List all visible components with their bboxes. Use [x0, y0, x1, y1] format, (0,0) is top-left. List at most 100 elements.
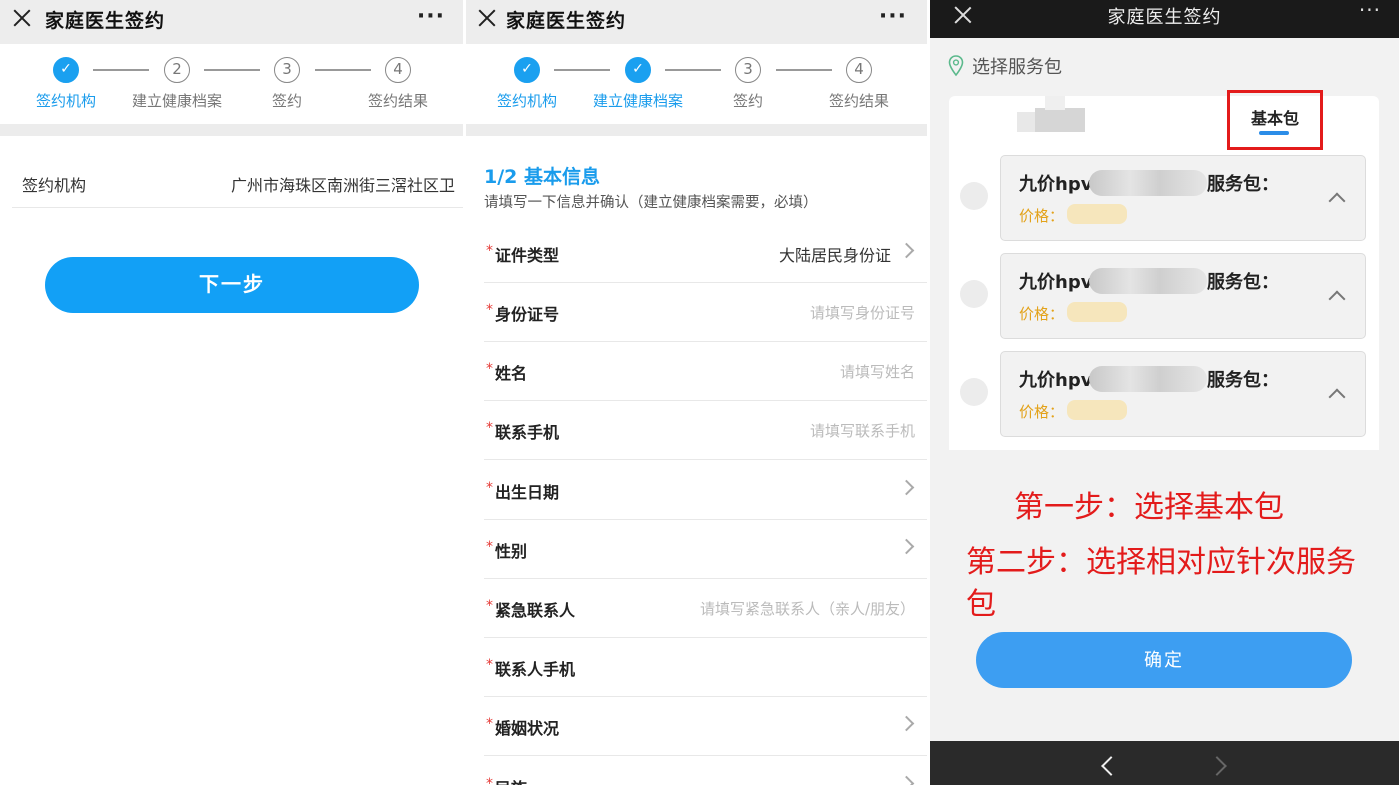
panel-health-record: 家庭医生签约 ··· ✓ 签约机构 ✓ 建立健康档案 3 签约 4 签约结果 1…: [465, 0, 927, 785]
form-subtitle: 请填写一下信息并确认（建立健康档案需要，必填）: [484, 195, 818, 211]
field-placeholder[interactable]: 请填写联系手机: [810, 420, 915, 441]
next-button[interactable]: 下一步: [45, 257, 419, 313]
step-3: 3 签约: [688, 57, 808, 111]
package-item-3[interactable]: 九价hpv 服务包： 价格：: [1000, 351, 1366, 437]
section-title: 选择服务包: [972, 57, 1062, 78]
more-icon[interactable]: ···: [417, 4, 445, 29]
required-mark: *: [486, 420, 493, 436]
field-gender[interactable]: * 性别: [484, 520, 927, 579]
field-phone[interactable]: * 联系手机 请填写联系手机: [484, 401, 927, 460]
required-mark: *: [486, 243, 493, 259]
field-id-number[interactable]: * 身份证号 请填写身份证号: [484, 283, 927, 342]
step-3: 3 签约: [227, 57, 347, 111]
chevron-up-icon[interactable]: [1329, 190, 1345, 204]
field-birth-date[interactable]: * 出生日期: [484, 461, 927, 520]
page-title: 家庭医生签约: [506, 10, 627, 32]
stepper: ✓ 签约机构 ✓ 建立健康档案 3 签约 4 签约结果: [465, 44, 927, 124]
step-label: 签约结果: [367, 92, 428, 110]
field-label: 性别: [495, 542, 528, 561]
step-label: 签约: [732, 92, 763, 110]
field-contact-phone[interactable]: * 联系人手机: [484, 638, 927, 697]
close-icon[interactable]: [12, 8, 32, 28]
field-label: 民族: [495, 775, 527, 785]
step-2: 2 建立健康档案: [117, 57, 237, 111]
panel-separator: [927, 0, 930, 785]
step-number: 2: [164, 57, 190, 83]
redacted-text: [1089, 366, 1207, 392]
org-row[interactable]: 签约机构 广州市海珠区南洲街三滘社区卫: [12, 156, 465, 208]
field-label: 联系人手机: [495, 660, 576, 679]
field-placeholder[interactable]: 请填写紧急联系人（亲人/朋友）: [700, 598, 915, 619]
field-marital-status[interactable]: * 婚姻状况: [484, 697, 927, 756]
package-name: 九价hpv: [1019, 272, 1093, 293]
step-number: 3: [274, 57, 300, 83]
chevron-right-icon: [901, 478, 915, 498]
check-icon: ✓: [514, 57, 540, 83]
title-bar: 家庭医生签约 ···: [0, 0, 465, 44]
step-label: 签约机构: [496, 92, 557, 110]
package-radio-3[interactable]: [960, 378, 988, 406]
field-name[interactable]: * 姓名 请填写姓名: [484, 342, 927, 401]
stepper: ✓ 签约机构 2 建立健康档案 3 签约 4 签约结果: [0, 44, 465, 124]
page-title: 家庭医生签约: [1107, 7, 1222, 28]
package-name: 九价hpv: [1019, 174, 1093, 195]
section-divider: [465, 124, 927, 136]
confirm-button[interactable]: 确定: [976, 632, 1352, 688]
step-label: 签约机构: [35, 92, 96, 110]
field-label: 紧急联系人: [495, 601, 576, 620]
redacted-price: [1067, 400, 1127, 420]
step-label: 建立健康档案: [131, 92, 222, 110]
title-bar: 家庭医生签约 ···: [465, 0, 927, 44]
package-radio-1[interactable]: [960, 182, 988, 210]
tab-basic-package[interactable]: 基本包: [1227, 90, 1323, 150]
annotation-step-2: 第二步：选择相对应针次服务包: [966, 545, 1356, 622]
forward-arrow-icon[interactable]: [1210, 755, 1230, 775]
step-1: ✓ 签约机构: [467, 57, 587, 111]
field-placeholder[interactable]: 请填写姓名: [840, 361, 915, 382]
browser-nav-bar: [930, 741, 1399, 785]
package-name-suffix: 服务包：: [1207, 174, 1279, 195]
package-name-suffix: 服务包：: [1207, 272, 1279, 293]
field-id-type[interactable]: * 证件类型 大陆居民身份证: [484, 224, 927, 283]
location-pin-icon: [948, 55, 964, 77]
step-2: ✓ 建立健康档案: [578, 57, 698, 111]
field-ethnicity[interactable]: * 民族: [484, 757, 927, 785]
page-title: 家庭医生签约: [45, 10, 166, 32]
close-icon[interactable]: [477, 8, 497, 28]
field-label: 身份证号: [495, 305, 560, 324]
more-icon[interactable]: ···: [1359, 0, 1381, 22]
step-label: 签约结果: [828, 92, 889, 110]
chevron-up-icon[interactable]: [1329, 386, 1345, 400]
package-item-1[interactable]: 九价hpv 服务包： 价格：: [1000, 155, 1366, 241]
field-label: 出生日期: [495, 483, 560, 502]
field-label: 证件类型: [495, 246, 560, 265]
more-icon[interactable]: ···: [879, 4, 907, 29]
step-4: 4 签约结果: [799, 57, 919, 111]
package-price-label: 价格：: [1019, 305, 1065, 323]
panel-service-package: 家庭医生签约 ··· 选择服务包 基本包 九价hpv 服务包： 价格： 九价hp…: [930, 0, 1399, 785]
step-number: 4: [385, 57, 411, 83]
tab-blurred[interactable]: [1017, 96, 1089, 132]
chevron-up-icon[interactable]: [1329, 288, 1345, 302]
field-placeholder[interactable]: 请填写身份证号: [810, 302, 915, 323]
chevron-right-icon: [901, 714, 915, 734]
package-item-2[interactable]: 九价hpv 服务包： 价格：: [1000, 253, 1366, 339]
chevron-right-icon: [901, 774, 915, 785]
package-radio-2[interactable]: [960, 280, 988, 308]
field-emergency-contact[interactable]: * 紧急联系人 请填写紧急联系人（亲人/朋友）: [484, 579, 927, 638]
tab-underline: [1259, 131, 1289, 135]
back-arrow-icon[interactable]: [1098, 755, 1118, 775]
required-mark: *: [486, 598, 493, 614]
required-mark: *: [486, 302, 493, 318]
org-label: 签约机构: [22, 176, 87, 195]
step-number: 3: [735, 57, 761, 83]
required-mark: *: [486, 716, 493, 732]
field-label: 婚姻状况: [495, 719, 560, 738]
check-icon: ✓: [625, 57, 651, 83]
tab-label: 基本包: [1250, 109, 1299, 128]
step-label: 签约: [271, 92, 302, 110]
redacted-text: [1089, 268, 1207, 294]
redacted-price: [1067, 302, 1127, 322]
package-name-suffix: 服务包：: [1207, 370, 1279, 391]
step-4: 4 签约结果: [338, 57, 458, 111]
